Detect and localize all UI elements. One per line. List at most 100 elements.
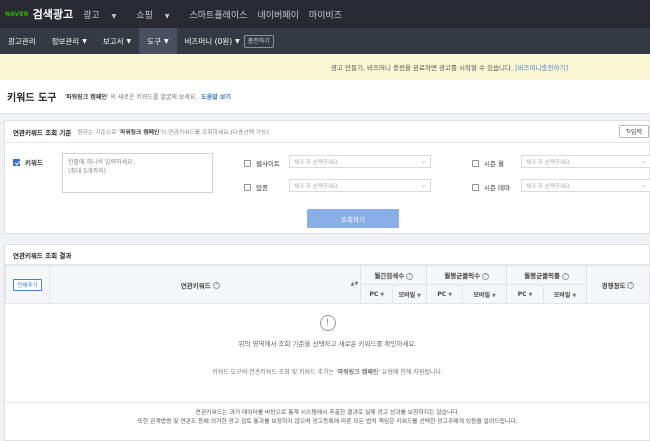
query-panel-header: 연관키워드 조회 기준 원하는 기준으로 '파워링크 캠페인'의 연관키워드를 … (5, 121, 649, 143)
query-heading: 연관키워드 조회 기준 (13, 128, 72, 137)
season-theme-placeholder: 체크 후 선택하세요 (526, 183, 570, 190)
main-nav: 광고관리 정보관리 ▼ 보고서 ▼ 도구 ▼ 비즈머니 (0원) ▼ 충전하기 (0, 28, 650, 54)
season-theme-checkbox-row[interactable]: 시즌 테마 (472, 182, 510, 192)
help-link[interactable]: 도움말 보기 (201, 94, 231, 101)
col-clicks-mobile[interactable]: 모바일 ▼ (462, 284, 508, 304)
industry-checkbox[interactable] (244, 183, 251, 191)
nav-bizmoney[interactable]: 비즈머니 (0원) ▼ 충전하기 (177, 28, 282, 54)
page-header: 키워드 도구 '파워링크 캠페인' 의 새로운 키워드를 발굴해 보세요. 도움… (0, 80, 650, 114)
sort-icon: ▼ (492, 292, 496, 299)
industry-checkbox-row[interactable]: 업종 (244, 182, 268, 192)
season-month-checkbox[interactable] (472, 159, 479, 167)
logo[interactable]: NAVER 검색광고 (5, 6, 83, 22)
search-button[interactable]: 조회하기 (307, 209, 399, 228)
col-clicks-pc-label: PC (437, 290, 447, 298)
keyword-checkbox-row[interactable]: 키워드 (13, 157, 43, 167)
chevron-down-icon: ⌄ (640, 158, 646, 165)
chevron-down-icon: ▼ (111, 12, 117, 20)
nav-tools-label: 도구 (147, 36, 161, 46)
keyword-checkbox[interactable] (13, 158, 20, 166)
season-theme-label: 시즌 테마 (484, 184, 510, 192)
top-menu-shopping[interactable]: 쇼핑 ▼ (136, 8, 179, 21)
col-monthly-clicks: 월평균클릭수? (426, 265, 508, 285)
results-heading: 연관키워드 조회 결과 (5, 245, 649, 265)
empty-message: 위의 영역에서 조회 기준을 선택하고 새로운 키워드를 확인하세요. (238, 340, 417, 348)
col-keyword[interactable]: 연관키워드? ▲▼ (48, 265, 362, 304)
empty-state: ! 위의 영역에서 조회 기준을 선택하고 새로운 키워드를 확인하세요. 키워… (5, 315, 650, 376)
input-toggle-label: 입력 (630, 129, 643, 136)
results-table: 전체추가 연관키워드? ▲▼ 월간검색수? 월평균클릭수? 월평균클릭률? 경쟁정… (5, 265, 650, 304)
col-search-mobile[interactable]: 모바일 ▼ (392, 284, 428, 304)
season-theme-select[interactable]: 체크 후 선택하세요 ⌄ (521, 179, 650, 192)
season-month-placeholder: 체크 후 선택하세요 (526, 159, 570, 166)
charge-button[interactable]: 충전하기 (243, 34, 274, 48)
chevron-down-icon: ⌄ (420, 182, 426, 189)
website-select[interactable]: 체크 후 선택하세요 ⌄ (289, 155, 431, 168)
industry-select[interactable]: 체크 후 선택하세요 ⌄ (289, 179, 431, 192)
question-icon[interactable]: ? (482, 272, 490, 280)
nav-info-management[interactable]: 정보관리 ▼ (44, 28, 95, 54)
top-menu-shopping-label: 쇼핑 (136, 10, 153, 21)
col-search-pc[interactable]: PC ▼ (360, 284, 394, 304)
query-sub-suffix: '의 연관키워드를 조회하세요.(다중선택 가능) (159, 130, 269, 136)
notice-charge-link[interactable]: [비즈머니충전하기] (515, 62, 568, 72)
col-keyword-label: 연관키워드 (180, 281, 211, 290)
chevron-down-icon: ⌄ (420, 158, 426, 165)
exclamation-icon: ! (319, 315, 336, 331)
chevron-down-icon: ▼ (235, 37, 240, 45)
add-all-button[interactable]: 전체추가 (13, 278, 42, 291)
nav-ad-management[interactable]: 광고관리 (0, 28, 44, 54)
question-icon[interactable]: ? (562, 272, 570, 280)
disclaimer-line2: 또한 관계법령 및 연관도 등에 의거한 광고 검토 통과를 보장하지 않으며 … (137, 419, 518, 425)
sort-icon: ▼ (572, 292, 577, 299)
keyword-textarea[interactable]: 한줄에 하나씩 입력하세요. (최대 5개까지) (62, 153, 213, 193)
season-theme-checkbox[interactable] (472, 183, 479, 191)
results-panel: 연관키워드 조회 결과 전체추가 연관키워드? ▲▼ 월간검색수? 월평균클릭수?… (4, 244, 650, 441)
col-search-mobile-label: 모바일 (398, 291, 416, 299)
keyword-placeholder-line1: 한줄에 하나씩 입력하세요. (68, 159, 135, 166)
col-monthly-ctr-label: 월평균클릭률 (524, 272, 561, 280)
industry-select-placeholder: 체크 후 선택하세요 (294, 183, 338, 190)
chevron-down-icon: ▼ (82, 37, 87, 45)
chevron-down-icon: ⌄ (640, 182, 646, 189)
question-icon[interactable]: ? (212, 282, 220, 289)
col-monthly-search: 월간검색수? (360, 265, 428, 285)
desc-campaign: 파워링크 캠페인 (66, 94, 107, 101)
desc-suffix: ' 의 새로운 키워드를 발굴해 보세요. (106, 94, 198, 101)
top-menu-smartplace[interactable]: 스마트플레이스 (189, 8, 247, 21)
nav-reports[interactable]: 보고서 ▼ (95, 28, 139, 54)
col-clicks-pc[interactable]: PC ▼ (426, 284, 464, 304)
nav-ad-management-label: 광고관리 (8, 36, 36, 46)
naver-logo: NAVER (5, 10, 29, 18)
industry-label: 업종 (256, 184, 268, 192)
col-ctr-mobile[interactable]: 모바일 ▼ (543, 284, 588, 304)
brand-title: 검색광고 (32, 8, 74, 21)
notice-banner: 광고 만들기, 비즈머니 충전을 완료하면 광고를 시작할 수 있습니다. [비… (0, 54, 650, 80)
website-label: 웹사이트 (256, 160, 280, 168)
col-competition[interactable]: 경쟁정도? (586, 265, 650, 304)
top-menu-mybiz[interactable]: 마이비즈 (309, 8, 342, 21)
nav-reports-label: 보고서 (102, 36, 124, 46)
top-menu-naverpay[interactable]: 네이버페이 (257, 8, 298, 21)
sort-icon: ▼ (448, 291, 453, 298)
col-ctr-pc[interactable]: PC ▼ (506, 284, 545, 304)
season-month-select[interactable]: 체크 후 선택하세요 ⌄ (521, 155, 650, 168)
input-toggle-button[interactable]: ↻ 입력 (619, 125, 649, 138)
question-icon[interactable]: ? (627, 282, 635, 289)
add-all-cell: 전체추가 (5, 265, 50, 304)
nav-tools[interactable]: 도구 ▼ (139, 28, 177, 54)
page-description: '파워링크 캠페인' 의 새로운 키워드를 발굴해 보세요. 도움말 보기 (64, 92, 230, 101)
top-bar: NAVER 검색광고 광고 ▼ 쇼핑 ▼ 스마트플레이스 네이버페이 마이비즈 (0, 0, 650, 28)
website-checkbox[interactable] (244, 159, 251, 167)
website-checkbox-row[interactable]: 웹사이트 (244, 158, 280, 168)
sort-icon[interactable]: ▲▼ (351, 281, 359, 287)
sort-icon: ▼ (380, 291, 385, 298)
col-search-pc-label: PC (369, 290, 379, 298)
query-subtext: 원하는 기준으로 '파워링크 캠페인'의 연관키워드를 조회하세요.(다중선택 … (77, 127, 268, 136)
query-sub-prefix: 원하는 기준으로 ' (77, 130, 120, 136)
col-monthly-ctr: 월평균클릭률? (506, 265, 588, 285)
season-month-checkbox-row[interactable]: 시즌 월 (472, 158, 504, 168)
top-menu-ad[interactable]: 광고 ▼ (83, 8, 126, 21)
question-icon[interactable]: ? (406, 272, 414, 280)
keyword-label: 키워드 (25, 159, 43, 167)
